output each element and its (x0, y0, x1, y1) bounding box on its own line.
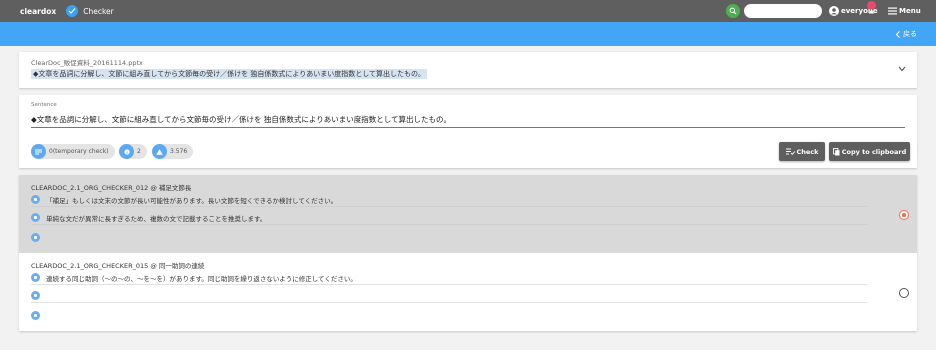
account-icon (829, 6, 839, 16)
info-icon (119, 144, 134, 159)
list-icon (31, 144, 46, 159)
document-panel[interactable]: ClearDoc_販促資料_20161114.pptx ◆文章を品詞に分解し、文… (19, 52, 917, 88)
check-button-label: Check (796, 147, 819, 156)
result-message-text: 「補足」もしくは文末の文節が長い可能性があります。長い文節を短くできるか検討して… (46, 196, 338, 205)
info-icon (31, 291, 40, 300)
result-message: 「補足」もしくは文末の文節が長い可能性があります。長い文節を短くできるか検討して… (31, 193, 867, 207)
warning-triangle-icon (152, 144, 167, 159)
result-suggestion (31, 289, 867, 303)
issue-count: 2 (137, 148, 141, 155)
back-link[interactable]: 戻る (895, 29, 917, 39)
check-results-list: CLEARDOC_2.1_ORG_CHECKER_012 @ 補足文節長 「補足… (19, 175, 917, 331)
search-input[interactable] (744, 4, 822, 18)
sentence-editor: Sentence ◆文章を品詞に分解し、文節に組み直してから文節毎の受け／係けを… (19, 95, 917, 168)
result-example (31, 308, 867, 322)
menu-button[interactable]: Menu (888, 4, 921, 18)
chevron-left-icon (895, 30, 900, 38)
brand-logo[interactable]: cleardox (20, 7, 56, 16)
input-underline (31, 127, 905, 128)
top-bar: cleardox Checker everyone Menu (0, 0, 936, 22)
result-suggestion: 単純な文だが異常に長すぎるため、複数の文で記載することを推奨します。 (31, 211, 867, 225)
result-rule-title: CLEARDOC_2.1_ORG_CHECKER_012 @ 補足文節長 (31, 184, 192, 192)
back-label: 戻る (903, 30, 917, 38)
sentence-input[interactable]: ◆文章を品詞に分解し、文節に組み直してから文節毎の受け／係けを 独自係数式により… (31, 114, 451, 125)
check-button[interactable]: Check (779, 142, 825, 161)
document-icon (31, 273, 40, 282)
checker-logo-icon (66, 5, 79, 17)
result-suggestion-text: 単純な文だが異常に長すぎるため、複数の文で記載することを推奨します。 (46, 214, 267, 223)
ambiguity-score-chip[interactable]: 3.576 (152, 144, 194, 159)
copy-button-label: Copy to clipboard (841, 147, 907, 156)
document-file-name: ClearDoc_販促資料_20161114.pptx (31, 59, 143, 67)
copy-to-clipboard-button[interactable]: Copy to clipboard (829, 142, 910, 161)
chevron-down-icon[interactable] (898, 66, 906, 72)
info-icon (31, 213, 40, 222)
result-rule-title: CLEARDOC_2.1_ORG_CHECKER_015 @ 同一助詞の連続 (31, 262, 205, 270)
result-message-text: 連続する同じ助詞（〜の〜の、〜を〜を）があります。同じ助詞を繰り返さないように修… (46, 274, 357, 283)
result-item[interactable]: CLEARDOC_2.1_ORG_CHECKER_012 @ 補足文節長 「補足… (19, 175, 917, 253)
temporary-check-count: 0(temporary check) (49, 148, 109, 155)
highlighted-sentence[interactable]: ◆文章を品詞に分解し、文節に組み直してから文節毎の受け／係けを 独自係数式により… (31, 69, 428, 79)
search-button[interactable] (726, 4, 740, 18)
app-name[interactable]: Checker (83, 7, 114, 16)
note-icon (31, 310, 40, 320)
document-icon (31, 195, 40, 204)
menu-label: Menu (899, 7, 921, 15)
notification-badge[interactable] (867, 1, 876, 14)
result-item[interactable]: CLEARDOC_2.1_ORG_CHECKER_015 @ 同一助詞の連続 連… (19, 253, 917, 331)
sentence-field-label: Sentence (31, 102, 57, 108)
result-example (31, 230, 867, 244)
ambiguity-score: 3.576 (170, 148, 188, 155)
copy-icon (832, 147, 840, 155)
warning-icon (869, 9, 874, 14)
temporary-check-chip[interactable]: 0(temporary check) (31, 144, 115, 159)
result-message: 連続する同じ助詞（〜の〜の、〜を〜を）があります。同じ助詞を繰り返さないように修… (31, 271, 867, 285)
issue-count-chip[interactable]: 2 (119, 144, 147, 159)
result-select-radio[interactable] (899, 288, 909, 298)
sub-header-bar: 戻る (0, 22, 936, 46)
checklist-icon (785, 148, 795, 155)
search-icon (729, 7, 737, 15)
result-select-radio[interactable] (899, 210, 909, 220)
note-icon (31, 232, 40, 242)
hamburger-icon (888, 7, 897, 15)
